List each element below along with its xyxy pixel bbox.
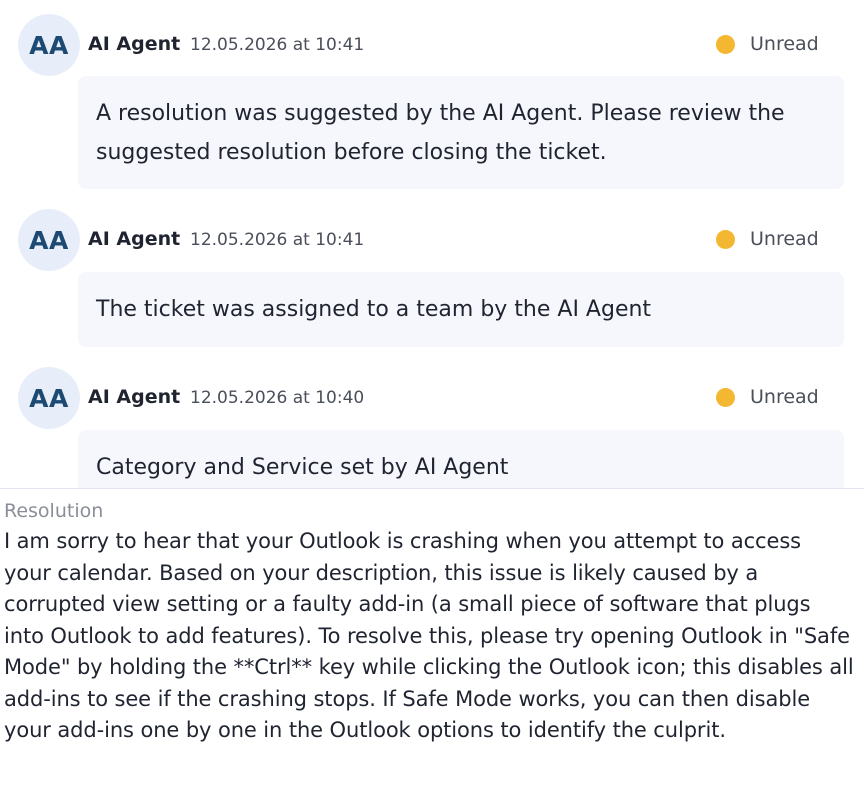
author-name: AI Agent bbox=[88, 228, 181, 250]
resolution-section: Resolution I am sorry to hear that your … bbox=[4, 500, 854, 747]
resolution-text[interactable]: I am sorry to hear that your Outlook is … bbox=[4, 526, 854, 747]
avatar: AA bbox=[18, 14, 80, 76]
author-name: AI Agent bbox=[88, 33, 181, 55]
avatar: AA bbox=[18, 209, 80, 271]
status-label: Unread bbox=[750, 33, 819, 55]
status-badge: Unread bbox=[716, 386, 819, 408]
status-label: Unread bbox=[750, 386, 819, 408]
status-badge: Unread bbox=[716, 228, 819, 250]
resolution-label: Resolution bbox=[4, 500, 104, 522]
unread-dot-icon bbox=[716, 387, 735, 407]
message-bubble: Category and Service set by AI Agent bbox=[78, 430, 844, 488]
timestamp: 12.05.2026 at 10:40 bbox=[190, 388, 365, 408]
message-bubble: A resolution was suggested by the AI Age… bbox=[78, 76, 844, 189]
status-label: Unread bbox=[750, 228, 819, 250]
section-divider bbox=[0, 488, 864, 489]
timestamp: 12.05.2026 at 10:41 bbox=[190, 35, 365, 55]
avatar: AA bbox=[18, 367, 80, 429]
activity-feed: AA AI Agent 12.05.2026 at 10:41 Unread A… bbox=[0, 0, 864, 488]
unread-dot-icon bbox=[716, 229, 735, 249]
unread-dot-icon bbox=[716, 34, 735, 54]
status-badge: Unread bbox=[716, 33, 819, 55]
timestamp: 12.05.2026 at 10:41 bbox=[190, 230, 365, 250]
author-name: AI Agent bbox=[88, 386, 181, 408]
message-bubble: The ticket was assigned to a team by the… bbox=[78, 272, 844, 347]
